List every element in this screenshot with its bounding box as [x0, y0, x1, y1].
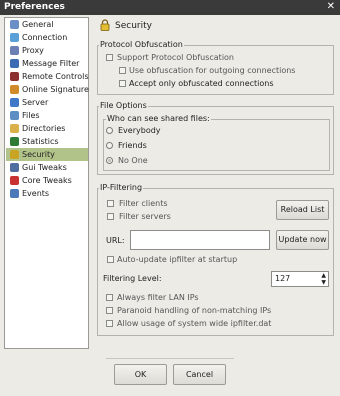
sidebar-item-label: Online Signature [22, 85, 89, 94]
sidebar-item-label: Message Filter [22, 59, 80, 68]
wrench-icon [10, 20, 19, 29]
filter-servers-label: Filter servers [119, 212, 171, 221]
auto-update-label: Auto-update ipfilter at startup [117, 255, 238, 264]
shared-files-title: Who can see shared files: [106, 114, 211, 124]
sidebar-item-server[interactable]: Server [6, 96, 88, 109]
protocol-obfuscation-title: Protocol Obfuscation [99, 40, 184, 50]
lock-icon [100, 19, 110, 31]
everybody-radio[interactable] [106, 127, 113, 134]
statistics-icon [10, 137, 19, 146]
sidebar-item-label: Security [22, 150, 55, 159]
system-wide-checkbox[interactable] [106, 320, 113, 327]
ok-label: OK [134, 370, 147, 379]
proxy-icon [10, 46, 19, 55]
core-tweaks-icon [10, 176, 19, 185]
sidebar-item-label: Events [22, 189, 50, 198]
everybody-label: Everybody [118, 126, 161, 135]
outgoing-obfuscation-label: Use obfuscation for outgoing connections [129, 66, 296, 75]
sidebar-item-general[interactable]: General [6, 18, 88, 31]
sidebar-item-events[interactable]: Events [6, 187, 88, 200]
filter-clients-checkbox[interactable] [107, 200, 114, 207]
gui-tweaks-icon [10, 163, 19, 172]
cancel-label: Cancel [185, 370, 214, 379]
folder-icon [10, 124, 19, 133]
auto-update-checkbox[interactable] [107, 256, 114, 263]
window-title: Preferences [4, 2, 65, 12]
filter-icon [10, 59, 19, 68]
sidebar-item-label: Statistics [22, 137, 59, 146]
lock-icon [10, 150, 19, 159]
always-filter-lan-label: Always filter LAN IPs [117, 293, 199, 302]
spin-down-icon[interactable]: ▼ [321, 279, 326, 286]
files-icon [10, 111, 19, 120]
title-bar: Preferences ✕ [0, 0, 340, 15]
always-filter-lan-checkbox[interactable] [106, 294, 113, 301]
sidebar-item-connection[interactable]: Connection [6, 31, 88, 44]
sidebar-item-label: Remote Controls [22, 72, 89, 81]
accept-only-obfuscated-label: Accept only obfuscated connections [129, 79, 274, 88]
sidebar-item-message-filter[interactable]: Message Filter [6, 57, 88, 70]
outgoing-obfuscation-checkbox[interactable] [119, 67, 126, 74]
update-now-label: Update now [278, 235, 327, 244]
filter-servers-checkbox[interactable] [107, 213, 114, 220]
sidebar-item-proxy[interactable]: Proxy [6, 44, 88, 57]
ok-button[interactable]: OK [114, 364, 167, 385]
page-title: Security [115, 21, 152, 31]
sidebar-item-label: Server [22, 98, 49, 107]
update-now-button[interactable]: Update now [276, 230, 329, 250]
no-one-label: No One [118, 156, 148, 165]
sidebar-item-remote-controls[interactable]: Remote Controls [6, 70, 89, 83]
sidebar-item-gui-tweaks[interactable]: Gui Tweaks [6, 161, 88, 174]
filter-clients-label: Filter clients [119, 199, 168, 208]
url-input[interactable] [130, 230, 270, 250]
paranoid-label: Paranoid handling of non-matching IPs [117, 306, 272, 315]
support-obfuscation-label: Support Protocol Obfuscation [117, 53, 235, 62]
sidebar-item-security[interactable]: Security [6, 148, 88, 161]
filtering-level-spinbox[interactable]: 127 ▲ ▼ [271, 271, 329, 287]
sidebar-item-label: Files [22, 111, 40, 120]
file-options-title: File Options [99, 101, 148, 111]
filtering-level-value: 127 [275, 274, 291, 283]
remote-icon [10, 72, 19, 81]
sidebar-item-files[interactable]: Files [6, 109, 88, 122]
sidebar-item-label: Connection [22, 33, 68, 42]
no-one-radio[interactable] [106, 157, 113, 164]
plug-icon [10, 33, 19, 42]
spin-up-icon[interactable]: ▲ [321, 272, 326, 279]
friends-label: Friends [118, 141, 147, 150]
filtering-level-label: Filtering Level: [103, 274, 162, 283]
system-wide-label: Allow usage of system wide ipfilter.dat [117, 319, 272, 328]
paranoid-checkbox[interactable] [106, 307, 113, 314]
sidebar-item-core-tweaks[interactable]: Core Tweaks [6, 174, 88, 187]
support-obfuscation-checkbox[interactable] [106, 54, 113, 61]
sidebar: General Connection Proxy Message Filter Remo… [4, 17, 89, 349]
close-icon[interactable]: ✕ [327, 1, 335, 12]
reload-list-label: Reload List [280, 205, 325, 214]
sidebar-item-label: Directories [22, 124, 66, 133]
sidebar-item-directories[interactable]: Directories [6, 122, 88, 135]
footer-divider [106, 358, 234, 359]
sidebar-item-online-signature[interactable]: Online Signature [6, 83, 89, 96]
ip-filtering-title: IP-Filtering [99, 183, 144, 193]
url-label: URL: [106, 236, 125, 245]
reload-list-button[interactable]: Reload List [276, 200, 329, 220]
events-icon [10, 189, 19, 198]
sidebar-item-statistics[interactable]: Statistics [6, 135, 88, 148]
sidebar-item-label: Core Tweaks [22, 176, 72, 185]
sidebar-item-label: General [22, 20, 54, 29]
friends-radio[interactable] [106, 142, 113, 149]
sidebar-item-label: Proxy [22, 46, 44, 55]
server-icon [10, 98, 19, 107]
accept-only-obfuscated-checkbox[interactable] [119, 80, 126, 87]
signature-icon [10, 85, 19, 94]
sidebar-item-label: Gui Tweaks [22, 163, 67, 172]
cancel-button[interactable]: Cancel [173, 364, 226, 385]
